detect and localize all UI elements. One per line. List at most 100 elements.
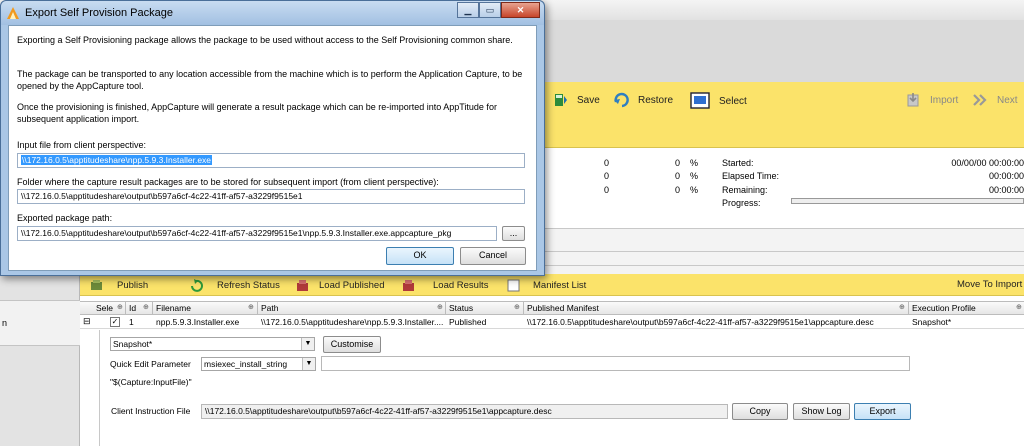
pin-icon[interactable]: ⊕ [899, 303, 905, 311]
copy-button[interactable]: Copy [732, 403, 788, 420]
package-toolbar: Publish Refresh Status Load Published Lo… [80, 274, 1024, 296]
export-button[interactable]: Export [854, 403, 911, 420]
col-header-select[interactable]: Sele [96, 303, 113, 313]
expander-icon[interactable]: ⊟ [83, 316, 91, 327]
load-results-icon [402, 279, 415, 292]
col-header-status[interactable]: Status [449, 303, 473, 313]
capture-input-text: "$(Capture:InputFile)" [110, 377, 192, 387]
row-status: Published [449, 317, 487, 327]
stat-percent-value: 0 [675, 185, 681, 195]
stat-count: 0 [604, 171, 610, 181]
save-button[interactable]: Save [552, 92, 600, 108]
move-to-import-label: Move To Import [957, 279, 1023, 290]
chevron-down-icon[interactable]: ▼ [302, 358, 315, 370]
profile-combo[interactable]: Snapshot* ▼ [110, 337, 315, 351]
restore-button[interactable]: Restore [613, 92, 673, 108]
chevron-down-icon[interactable]: ▼ [301, 338, 314, 350]
close-button[interactable]: ✕ [501, 2, 540, 18]
progress-label: Progress: [722, 198, 761, 208]
save-icon [552, 92, 568, 108]
row-path: \\172.16.0.5\apptitudeshare\npp.5.9.3.In… [261, 317, 443, 327]
parameter-combo[interactable]: msiexec_install_string ▼ [201, 357, 316, 371]
row-detail-panel: Snapshot* ▼ Customise Quick Edit Paramet… [99, 330, 1024, 446]
maximize-icon: ▭ [485, 5, 495, 15]
minimize-button[interactable]: ▁ [457, 2, 479, 18]
dialog-title-bar[interactable]: Export Self Provision Package ▁ ▭ ✕ [1, 1, 544, 25]
col-header-filename[interactable]: Filename [156, 303, 191, 313]
manifest-list-label: Manifest List [533, 280, 587, 291]
monitor-icon [690, 92, 710, 110]
app-logo-icon [6, 6, 20, 20]
col-header-id[interactable]: Id [129, 303, 136, 313]
refresh-icon [190, 279, 203, 292]
cancel-button[interactable]: Cancel [460, 247, 526, 265]
next-button[interactable]: Next [972, 92, 1018, 108]
quick-edit-label: Quick Edit Parameter [110, 359, 191, 369]
package-grid: Sele ⊕ Id ⊕ Filename ⊕ Path ⊕ Status ⊕ P… [80, 296, 1024, 446]
restore-icon [613, 92, 629, 108]
stat-time: 00:00:00 [988, 171, 1024, 181]
profile-combo-value: Snapshot* [113, 339, 153, 349]
double-chevron-right-icon [972, 92, 988, 108]
export-dialog: Export Self Provision Package ▁ ▭ ✕ Expo… [0, 0, 545, 276]
document-icon [507, 279, 520, 292]
customise-button[interactable]: Customise [323, 336, 381, 353]
left-navigation-panel: n [0, 274, 80, 446]
pin-icon[interactable]: ⊕ [514, 303, 520, 311]
left-panel-item: n [2, 318, 8, 328]
pin-icon[interactable]: ⊕ [248, 303, 254, 311]
col-header-execution-profile[interactable]: Execution Profile [912, 303, 976, 313]
pin-icon[interactable]: ⊕ [117, 303, 123, 311]
publish-icon [90, 279, 103, 292]
publish-button[interactable]: Publish [90, 279, 148, 292]
stat-count: 0 [604, 185, 610, 195]
pin-icon[interactable]: ⊕ [437, 303, 443, 311]
select-label: Select [719, 95, 747, 107]
row-id: 1 [129, 317, 134, 327]
parameter-value-field[interactable] [321, 356, 910, 371]
description-paragraph-2: The package can be transported to any lo… [17, 69, 523, 91]
refresh-status-button[interactable]: Refresh Status [190, 279, 280, 292]
stat-percent-unit: % [690, 171, 699, 181]
load-published-icon [296, 279, 309, 292]
close-icon: ✕ [516, 5, 525, 15]
import-label: Import [930, 94, 959, 106]
output-folder-field[interactable]: \\172.16.0.5\apptitudeshare\output\b597a… [17, 189, 525, 204]
publish-label: Publish [117, 280, 149, 291]
row-execution-profile: Snapshot* [912, 317, 952, 327]
load-published-button[interactable]: Load Published [296, 279, 385, 292]
col-header-path[interactable]: Path [261, 303, 279, 313]
manifest-list-button[interactable]: Manifest List [507, 279, 586, 292]
next-label: Next [997, 94, 1018, 106]
exported-path-field[interactable]: \\172.16.0.5\apptitudeshare\output\b597a… [17, 226, 497, 241]
stat-percent-unit: % [690, 158, 699, 168]
input-file-field[interactable]: \\172.16.0.5\apptitudeshare\npp.5.9.3.In… [17, 153, 525, 168]
output-folder-label: Folder where the capture result packages… [17, 177, 439, 187]
load-results-button[interactable]: Load Results [402, 279, 488, 292]
row-checkbox[interactable]: ✓ [110, 317, 120, 327]
browse-button[interactable]: ... [502, 226, 525, 241]
import-icon [905, 92, 921, 108]
col-header-published-manifest[interactable]: Published Manifest [527, 303, 599, 313]
stat-label: Elapsed Time: [722, 171, 780, 181]
select-button[interactable]: Select [690, 92, 747, 110]
left-panel-group[interactable]: n [0, 300, 80, 346]
pin-icon[interactable]: ⊕ [143, 303, 149, 311]
pin-icon[interactable]: ⊕ [1016, 303, 1022, 311]
move-to-import-button[interactable]: Move To Import [957, 279, 1022, 290]
table-row[interactable]: ⊟ ✓ 1 npp.5.9.3.Installer.exe \\172.16.0… [80, 316, 1024, 329]
dialog-body: Exporting a Self Provisioning package al… [8, 25, 537, 271]
parameter-combo-value: msiexec_install_string [204, 359, 288, 369]
client-instruction-field[interactable]: \\172.16.0.5\apptitudeshare\output\b597a… [201, 404, 728, 419]
description-paragraph-1: Exporting a Self Provisioning package al… [17, 35, 513, 45]
maximize-button[interactable]: ▭ [479, 2, 501, 18]
exported-path-label: Exported package path: [17, 213, 113, 223]
import-button[interactable]: Import [905, 92, 958, 108]
show-log-button[interactable]: Show Log [793, 403, 850, 420]
minimize-icon: ▁ [464, 5, 472, 15]
ok-button[interactable]: OK [386, 247, 454, 265]
description-paragraph-3: Once the provisioning is finished, AppCa… [17, 102, 497, 124]
progress-bar [791, 198, 1024, 204]
input-file-value: \\172.16.0.5\apptitudeshare\npp.5.9.3.In… [21, 155, 213, 165]
refresh-status-label: Refresh Status [217, 280, 280, 291]
